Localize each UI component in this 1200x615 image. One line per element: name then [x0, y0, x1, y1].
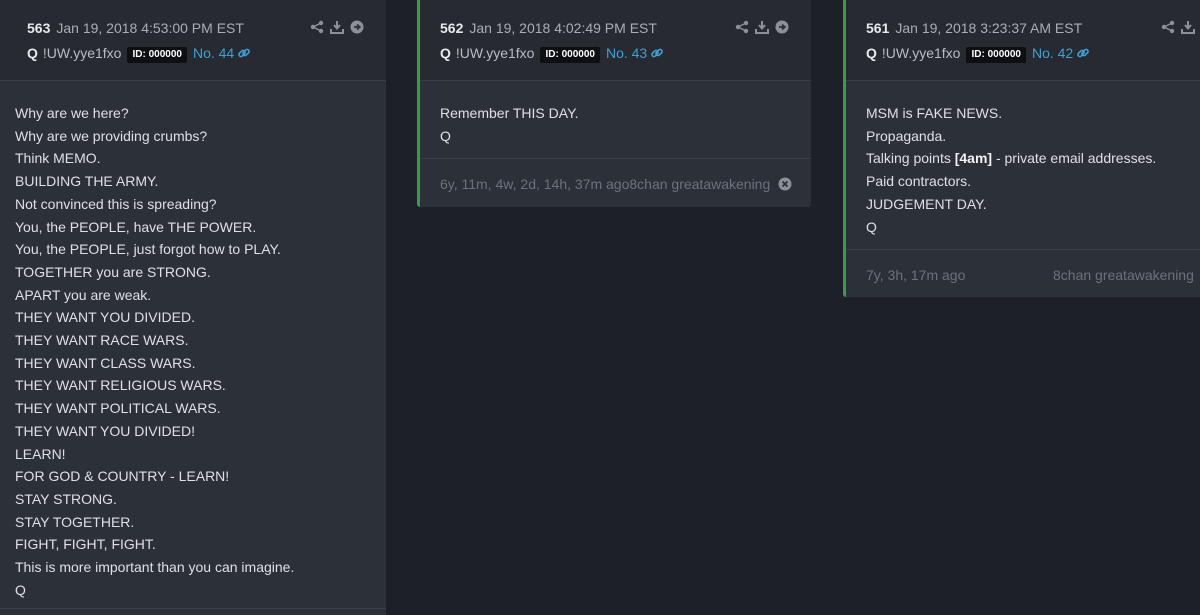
download-icon[interactable]: [755, 20, 769, 34]
post-line: TOGETHER you are STRONG.: [15, 263, 211, 280]
author-name: Q: [866, 45, 877, 61]
post-line: Propaganda.: [866, 127, 947, 144]
post-date: Jan 19, 2018 4:53:00 PM EST: [56, 20, 244, 36]
post-link[interactable]: No. 44: [193, 45, 234, 61]
post-line: Q: [440, 127, 451, 144]
post-footer: 7y, 3h, 17m ago 8chan greatawakening: [846, 249, 1200, 297]
post-line: STAY STRONG.: [15, 490, 117, 507]
post-line: Think MEMO.: [15, 150, 101, 167]
post-body: MSM is FAKE NEWS. Propaganda. Talking po…: [846, 81, 1200, 249]
post-line: JUDGEMENT DAY.: [866, 195, 987, 212]
author-name: Q: [440, 45, 451, 61]
post-number[interactable]: 562: [440, 20, 463, 36]
post-header: 561 Jan 19, 2018 3:23:37 AM EST Q !UW.yye1…: [846, 0, 1200, 81]
post-author-row: Q !UW.yye1fxo ID: 000000 No. 43: [440, 41, 811, 65]
post-number[interactable]: 563: [27, 20, 50, 36]
link-icon[interactable]: [650, 46, 664, 60]
tripcode: !UW.yye1fxo: [455, 45, 535, 61]
id-badge: ID: 000000: [540, 47, 600, 63]
arrow-circle-icon[interactable]: [775, 20, 789, 34]
post-header: 562 Jan 19, 2018 4:02:49 PM EST Q !UW.yye1…: [420, 0, 811, 81]
post-number[interactable]: 561: [866, 20, 889, 36]
post-line: You, the PEOPLE, have THE POWER.: [15, 218, 257, 235]
post-footer: 6y, 11m, 4w, 2d, 14h, 37m ago8chan great…: [420, 158, 811, 207]
post-line: LEARN!: [15, 445, 66, 462]
share-icon[interactable]: [1161, 20, 1175, 34]
post-line: Q: [866, 218, 877, 235]
post-line: APART you are weak.: [15, 286, 152, 303]
post-divider: [0, 608, 386, 609]
post-line: THEY WANT YOU DIVIDED!: [15, 422, 195, 439]
share-icon[interactable]: [310, 20, 324, 34]
post-line: Paid contractors.: [866, 173, 972, 190]
post-line: Why are we providing crumbs?: [15, 127, 208, 144]
link-icon[interactable]: [237, 46, 251, 60]
post-line: THEY WANT YOU DIVIDED.: [15, 309, 195, 326]
download-icon[interactable]: [330, 20, 344, 34]
tripcode: !UW.yye1fxo: [42, 45, 122, 61]
post-actions: [310, 20, 364, 34]
post-line: BUILDING THE ARMY.: [15, 173, 159, 190]
post-source: 8chan greatawakening: [1053, 267, 1194, 283]
post-line: This is more important than you can imag…: [15, 559, 295, 576]
post-line: Why are we here?: [15, 105, 129, 121]
arrow-circle-icon[interactable]: [350, 20, 364, 34]
close-circle-icon[interactable]: [778, 177, 792, 191]
download-icon[interactable]: [1181, 20, 1195, 34]
post-line: THEY WANT RELIGIOUS WARS.: [15, 377, 226, 394]
id-badge: ID: 000000: [127, 47, 187, 63]
post-date: Jan 19, 2018 3:23:37 AM EST: [895, 20, 1083, 36]
tripcode: !UW.yye1fxo: [881, 45, 961, 61]
line-text: - private email addresses.: [992, 150, 1157, 167]
post-card-563: 563 Jan 19, 2018 4:53:00 PM EST Q !UW.yye1…: [0, 0, 386, 615]
share-icon[interactable]: [735, 20, 749, 34]
post-author-row: Q !UW.yye1fxo ID: 000000 No. 42: [866, 41, 1200, 65]
post-header: 563 Jan 19, 2018 4:53:00 PM EST Q !UW.yye1…: [0, 0, 386, 81]
post-line: Remember THIS DAY.: [440, 105, 579, 121]
line-text: Talking points: [866, 150, 955, 167]
post-actions: [1161, 20, 1200, 34]
post-body: Why are we here? Why are we providing cr…: [0, 81, 386, 601]
post-line: Q: [15, 581, 26, 598]
post-line: FOR GOD & COUNTRY - LEARN!: [15, 468, 230, 485]
post-line-talking-points: Talking points [4am] - private email add…: [866, 147, 1200, 170]
post-age: 7y, 3h, 17m ago: [866, 267, 966, 283]
post-line: STAY TOGETHER.: [15, 513, 135, 530]
link-icon[interactable]: [1076, 46, 1090, 60]
bold-text: [4am]: [954, 150, 993, 167]
post-line: THEY WANT CLASS WARS.: [15, 354, 196, 371]
post-link[interactable]: No. 42: [1032, 45, 1073, 61]
post-author-row: Q !UW.yye1fxo ID: 000000 No. 44: [27, 41, 386, 65]
post-age-source: 6y, 11m, 4w, 2d, 14h, 37m ago8chan great…: [440, 176, 771, 192]
post-link[interactable]: No. 43: [606, 45, 647, 61]
post-card-561: 561 Jan 19, 2018 3:23:37 AM EST Q !UW.yye1…: [843, 0, 1200, 297]
post-line: Not convinced this is spreading?: [15, 195, 217, 212]
post-line: MSM is FAKE NEWS.: [866, 105, 1003, 121]
post-actions: [735, 20, 789, 34]
post-line: THEY WANT RACE WARS.: [15, 332, 189, 349]
post-card-562: 562 Jan 19, 2018 4:02:49 PM EST Q !UW.yye1…: [417, 0, 811, 207]
author-name: Q: [27, 45, 38, 61]
post-line: FIGHT, FIGHT, FIGHT.: [15, 536, 156, 553]
post-line: THEY WANT POLITICAL WARS.: [15, 400, 221, 417]
post-date: Jan 19, 2018 4:02:49 PM EST: [469, 20, 657, 36]
post-meta: 561 Jan 19, 2018 3:23:37 AM EST: [866, 18, 1200, 38]
id-badge: ID: 000000: [966, 47, 1026, 63]
post-line: You, the PEOPLE, just forgot how to PLAY…: [15, 241, 281, 258]
post-body: Remember THIS DAY. Q: [420, 81, 811, 158]
